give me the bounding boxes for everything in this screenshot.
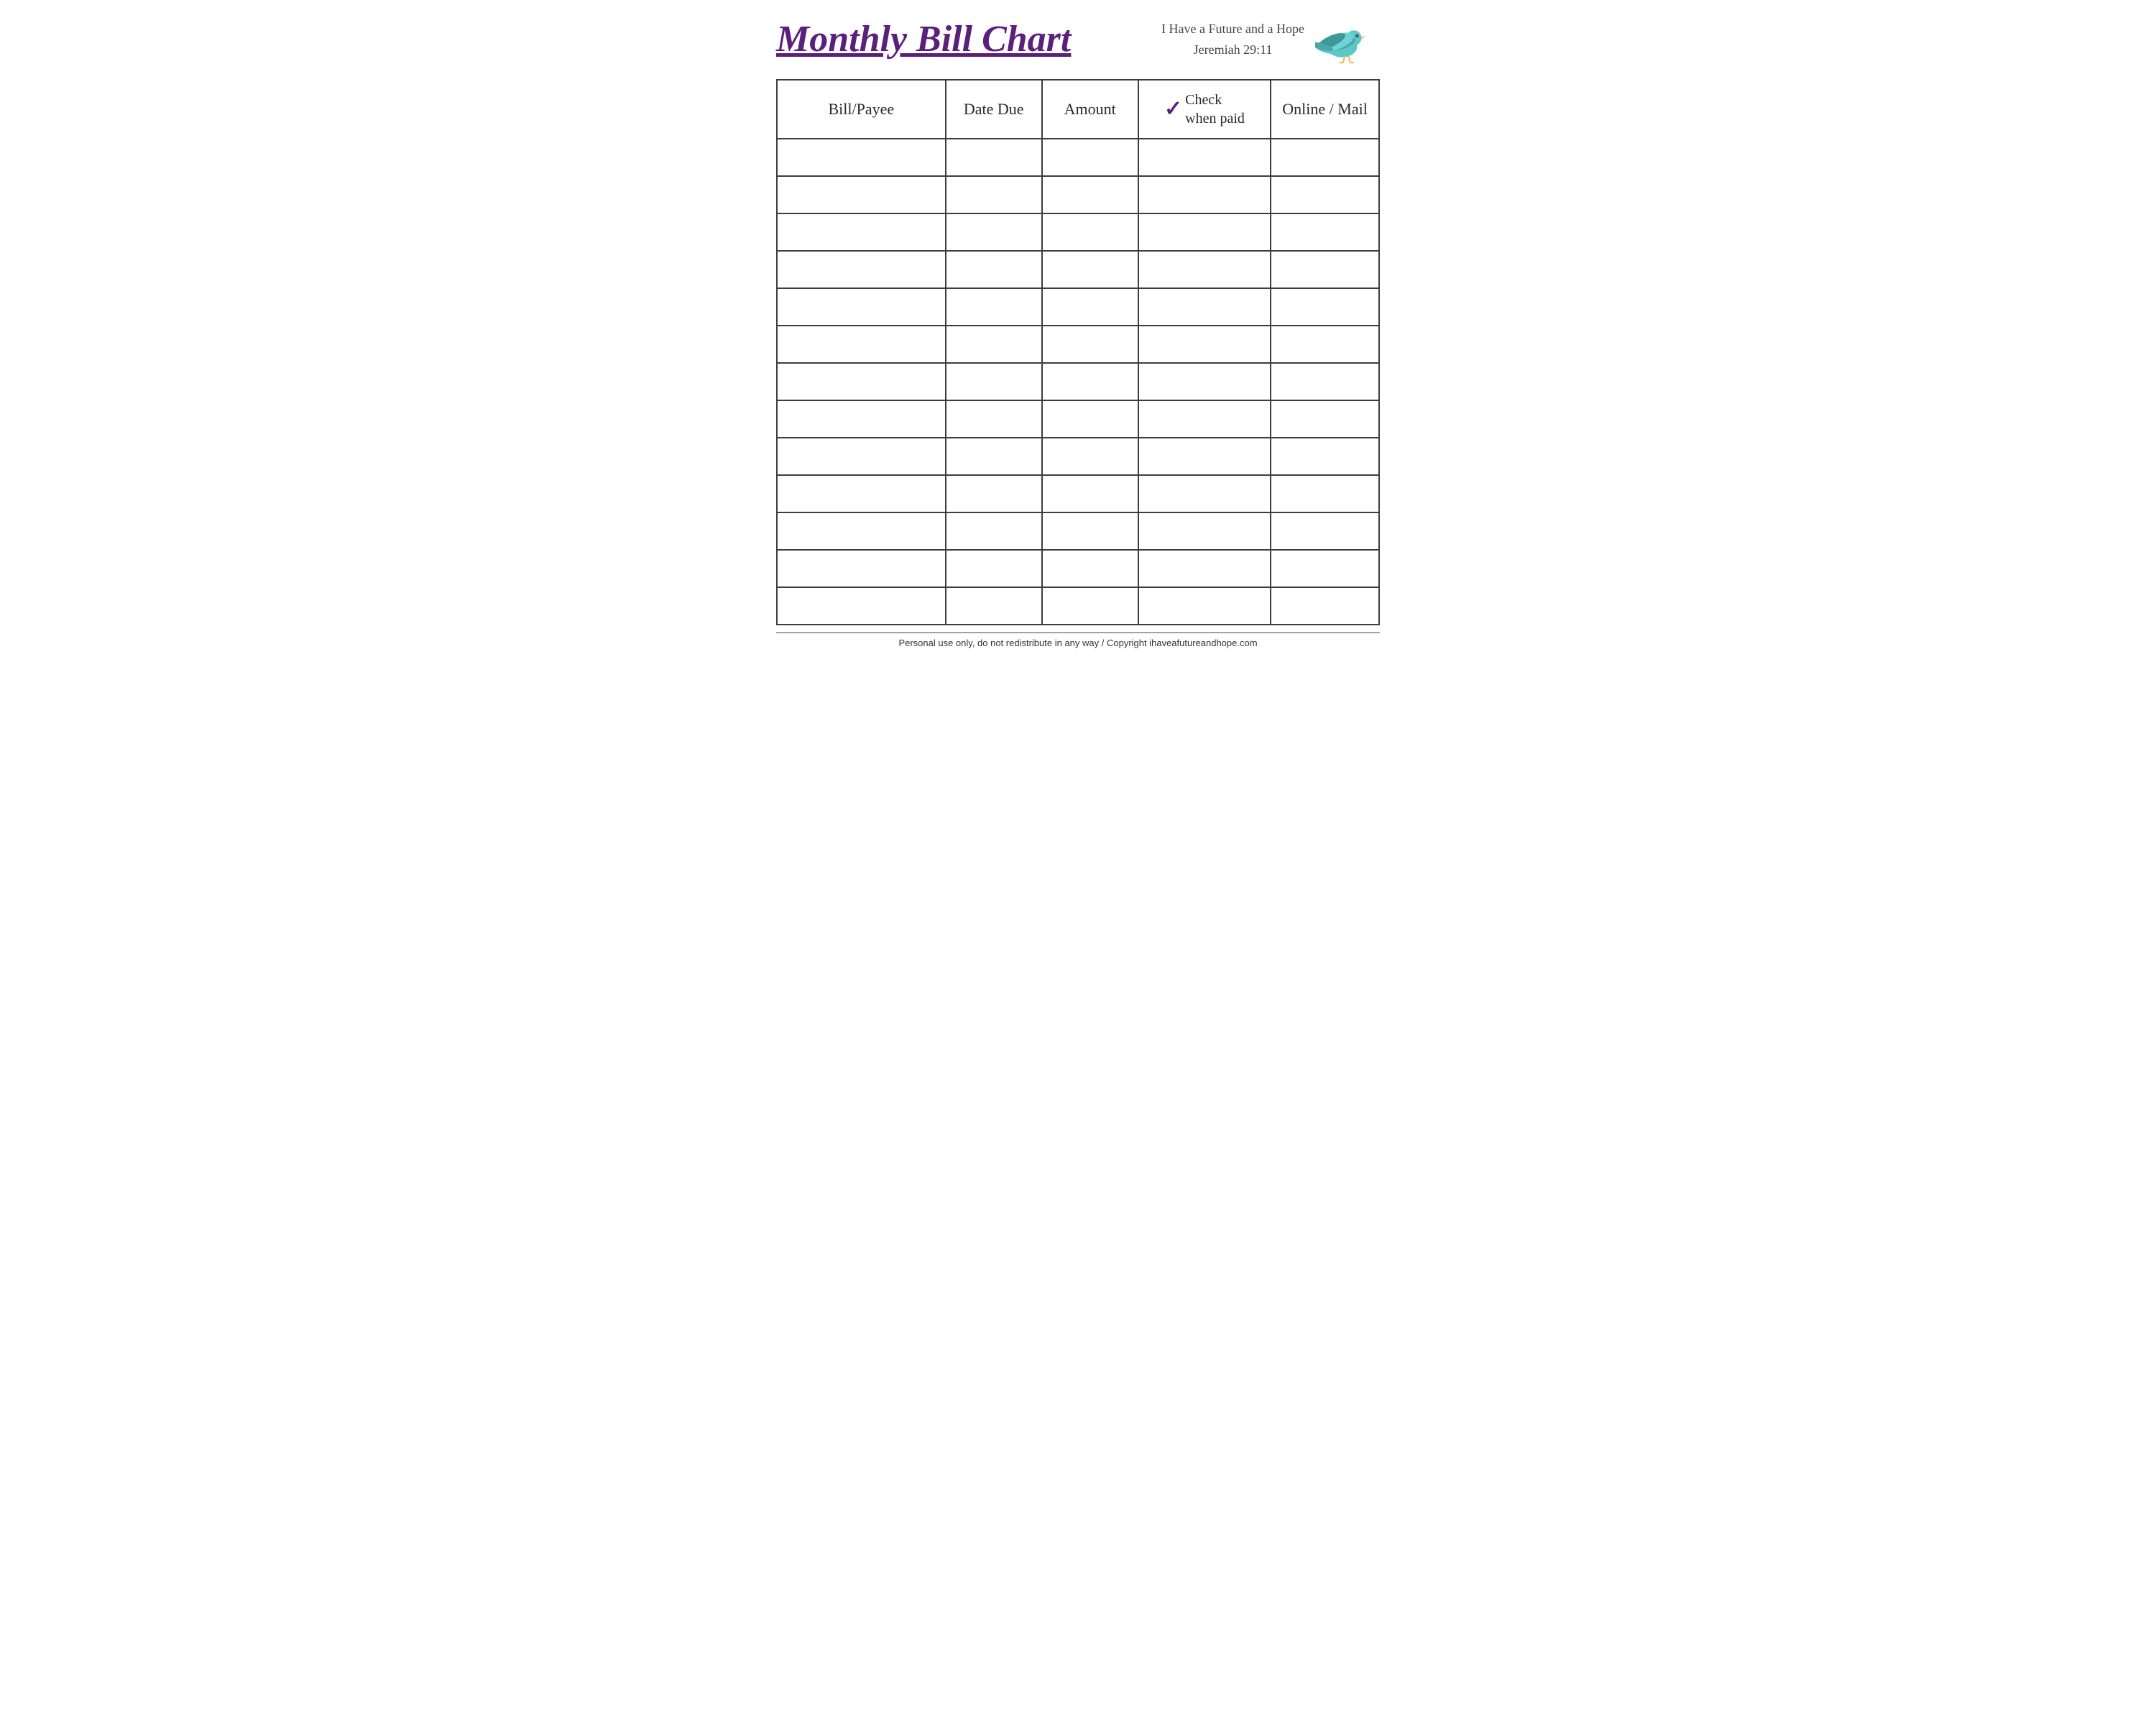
table-cell xyxy=(1138,550,1271,587)
table-cell xyxy=(777,213,946,251)
col-header-amount: Amount xyxy=(1042,80,1138,139)
bill-chart-table: Bill/Payee Date Due Amount ✓ Check when … xyxy=(776,79,1380,625)
table-row xyxy=(777,176,1379,213)
subtitle-text: I Have a Future and a Hope Jeremiah 29:1… xyxy=(1161,19,1304,60)
table-cell xyxy=(946,438,1042,475)
table-row xyxy=(777,587,1379,625)
table-cell xyxy=(777,251,946,288)
table-cell xyxy=(1042,176,1138,213)
table-cell xyxy=(946,587,1042,625)
table-cell xyxy=(946,550,1042,587)
table-cell xyxy=(1271,288,1379,326)
subtitle-area: I Have a Future and a Hope Jeremiah 29:1… xyxy=(1161,14,1380,65)
table-cell xyxy=(1271,550,1379,587)
table-cell xyxy=(1271,400,1379,438)
table-row xyxy=(777,512,1379,550)
table-cell xyxy=(1271,213,1379,251)
table-cell xyxy=(1042,550,1138,587)
table-cell xyxy=(946,288,1042,326)
table-cell xyxy=(777,139,946,176)
table-cell xyxy=(1042,400,1138,438)
table-cell xyxy=(1271,326,1379,363)
table-cell xyxy=(1271,475,1379,512)
table-cell xyxy=(1271,176,1379,213)
page-header: Monthly Bill Chart I Have a Future and a… xyxy=(776,14,1380,68)
table-cell xyxy=(1271,363,1379,400)
table-cell xyxy=(1138,475,1271,512)
table-cell xyxy=(1042,326,1138,363)
table-cell xyxy=(1138,139,1271,176)
table-cell xyxy=(946,475,1042,512)
table-cell xyxy=(946,251,1042,288)
footer: Personal use only, do not redistribute i… xyxy=(776,632,1380,648)
col-header-check-when-paid: ✓ Check when paid xyxy=(1138,80,1271,139)
table-cell xyxy=(1138,587,1271,625)
table-row xyxy=(777,363,1379,400)
table-cell xyxy=(1138,363,1271,400)
table-cell xyxy=(777,288,946,326)
bird-icon xyxy=(1315,14,1380,65)
table-cell xyxy=(1138,400,1271,438)
table-cell xyxy=(1042,139,1138,176)
table-cell xyxy=(1271,251,1379,288)
table-cell xyxy=(1271,587,1379,625)
table-cell xyxy=(1138,326,1271,363)
table-cell xyxy=(946,176,1042,213)
table-cell xyxy=(777,363,946,400)
table-cell xyxy=(1042,251,1138,288)
table-row xyxy=(777,139,1379,176)
table-cell xyxy=(1042,587,1138,625)
table-cell xyxy=(777,326,946,363)
table-cell xyxy=(1042,213,1138,251)
table-row xyxy=(777,438,1379,475)
table-cell xyxy=(1042,438,1138,475)
page-title: Monthly Bill Chart xyxy=(776,19,1071,60)
table-cell xyxy=(946,139,1042,176)
table-cell xyxy=(946,363,1042,400)
table-cell xyxy=(777,550,946,587)
table-cell xyxy=(1138,176,1271,213)
table-cell xyxy=(777,400,946,438)
table-cell xyxy=(777,475,946,512)
checkmark-icon: ✓ xyxy=(1164,98,1182,120)
table-row xyxy=(777,213,1379,251)
table-cell xyxy=(946,400,1042,438)
table-cell xyxy=(1271,512,1379,550)
table-cell xyxy=(1042,288,1138,326)
table-row xyxy=(777,550,1379,587)
table-cell xyxy=(1138,438,1271,475)
table-cell xyxy=(1138,213,1271,251)
col-header-date-due: Date Due xyxy=(946,80,1042,139)
table-cell xyxy=(946,213,1042,251)
table-cell xyxy=(1138,251,1271,288)
table-cell xyxy=(946,512,1042,550)
table-row xyxy=(777,251,1379,288)
table-row xyxy=(777,326,1379,363)
table-cell xyxy=(777,587,946,625)
table-cell xyxy=(777,512,946,550)
table-cell xyxy=(1042,475,1138,512)
check-when-paid-label: Check when paid xyxy=(1185,91,1245,128)
table-cell xyxy=(1042,363,1138,400)
table-cell xyxy=(1138,512,1271,550)
table-cell xyxy=(777,438,946,475)
col-header-bill-payee: Bill/Payee xyxy=(777,80,946,139)
table-header-row: Bill/Payee Date Due Amount ✓ Check when … xyxy=(777,80,1379,139)
table-row xyxy=(777,400,1379,438)
col-header-online-mail: Online / Mail xyxy=(1271,80,1379,139)
table-cell xyxy=(1042,512,1138,550)
table-cell xyxy=(1271,438,1379,475)
table-cell xyxy=(777,176,946,213)
table-row xyxy=(777,475,1379,512)
table-cell xyxy=(946,326,1042,363)
table-cell xyxy=(1271,139,1379,176)
table-cell xyxy=(1138,288,1271,326)
table-row xyxy=(777,288,1379,326)
